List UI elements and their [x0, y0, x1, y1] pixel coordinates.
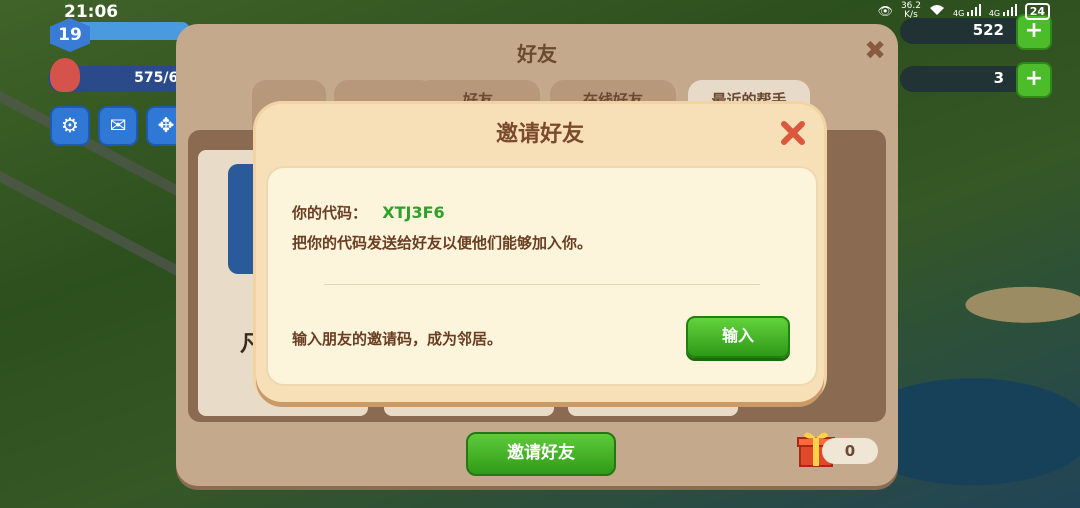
wifi-icon — [929, 4, 945, 19]
eye-icon: 👁 — [877, 4, 893, 18]
cash-value: 3 — [993, 69, 1004, 87]
mail-icon[interactable]: ✉ — [98, 106, 138, 146]
invite-friends-dialog: 邀请好友 你的代码： XTJ3F6 把你的代码发送给好友以便他们能够加入你。 输… — [256, 104, 824, 402]
population-icon — [50, 58, 80, 92]
divider — [324, 284, 760, 285]
signal-icon: 4G — [953, 4, 981, 18]
signal-icon: 4G — [989, 4, 1017, 18]
your-code-line: 你的代码： XTJ3F6 — [292, 202, 445, 223]
battery-icon: 24 — [1024, 2, 1050, 20]
enter-code-button[interactable]: 输入 — [686, 316, 790, 358]
gift-count: 0 — [822, 438, 878, 464]
settings-gear-icon[interactable]: ⚙ — [50, 106, 90, 146]
dialog-body: 你的代码： XTJ3F6 把你的代码发送给好友以便他们能够加入你。 输入朋友的邀… — [266, 166, 818, 386]
status-bar: 21:06 👁 36.2 K/s 4G 4G 24 — [0, 0, 1080, 26]
invite-code: XTJ3F6 — [382, 203, 445, 222]
enter-code-prompt: 输入朋友的邀请码，成为邻居。 — [292, 330, 503, 348]
friends-close-icon[interactable]: ✖ — [864, 36, 886, 66]
code-description: 把你的代码发送给好友以便他们能够加入你。 — [292, 234, 593, 252]
friends-title: 好友 — [517, 42, 557, 66]
clock: 21:06 — [64, 2, 119, 22]
close-icon[interactable] — [780, 120, 806, 146]
invite-friends-button[interactable]: 邀请好友 — [466, 432, 616, 476]
code-label: 你的代码： — [292, 204, 368, 222]
network-speed: 36.2 K/s — [900, 1, 921, 20]
resource-bar-cash: 3 + — [900, 62, 1052, 98]
dialog-title: 邀请好友 — [495, 122, 584, 147]
add-cash-button[interactable]: + — [1016, 62, 1052, 98]
